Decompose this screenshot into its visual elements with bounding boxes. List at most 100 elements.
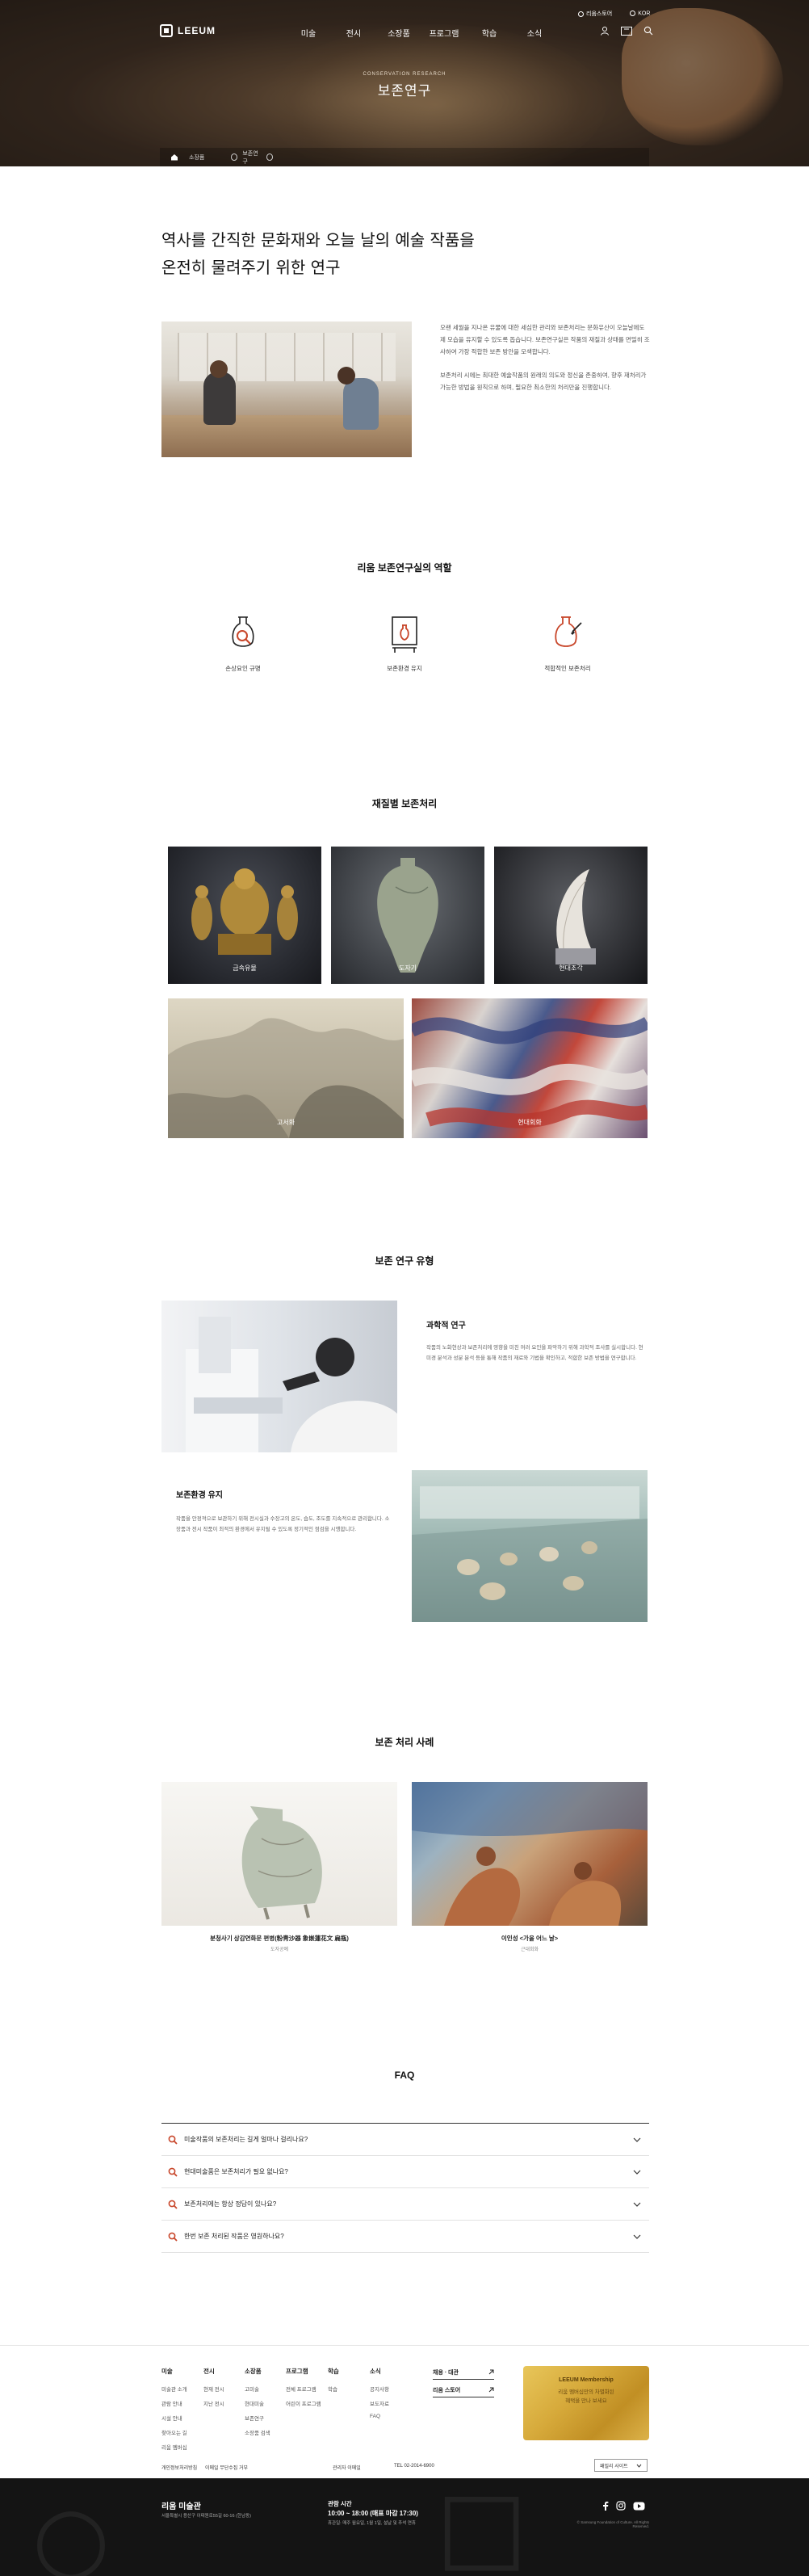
material-card-modern-painting[interactable]: 현대회화	[412, 998, 648, 1138]
ticket-icon[interactable]	[621, 26, 632, 36]
faq-question: 현대미술품은 보존처리가 필요 없나요?	[184, 2168, 288, 2175]
copyright: © Samsung Foundation of Culture. All Rig…	[576, 2520, 649, 2528]
chevron-down-icon	[231, 153, 238, 161]
language-label: KOR	[638, 11, 651, 17]
display-case-icon	[392, 616, 417, 653]
youtube-icon[interactable]	[633, 2502, 645, 2511]
footer-column-heading[interactable]: 전시	[203, 2367, 224, 2376]
family-site-select[interactable]: 패밀리 사이트	[594, 2459, 648, 2472]
footer-link[interactable]: 보도자료	[370, 2399, 389, 2407]
footer-column-heading[interactable]: 미술	[161, 2367, 187, 2376]
role-label: 보존환경 유지	[387, 665, 422, 672]
footer-link[interactable]: 리움 멤버십	[161, 2443, 187, 2451]
material-card-old-painting[interactable]: 고서화	[168, 998, 404, 1138]
vase-brush-icon	[555, 616, 582, 647]
footer-link[interactable]: 보존연구	[245, 2414, 270, 2422]
breadcrumb-collection[interactable]: 소장품	[189, 153, 231, 162]
phone-number: TEL 02-2014-6900	[394, 2464, 434, 2469]
email-refusal-link[interactable]: 이메일 무단수집 거부	[205, 2464, 248, 2471]
membership-card[interactable]: LEEUM Membership 리움 멤버십만의 차별화된 혜택을 만나 보세…	[523, 2366, 649, 2440]
search-icon[interactable]	[643, 26, 653, 36]
footer-link[interactable]: 공지사항	[370, 2385, 389, 2393]
footer-link[interactable]: 전체 프로그램	[286, 2385, 321, 2393]
membership-line2: 혜택을 만나 보세요	[565, 2398, 607, 2404]
footer-link[interactable]: 찾아오는 길	[161, 2428, 187, 2436]
chevron-down-icon	[633, 2170, 641, 2175]
logo-text: LEEUM	[178, 25, 216, 36]
footer-link[interactable]: 학습	[328, 2385, 339, 2393]
case-title[interactable]: 분청사기 상감연화문 편병(粉靑沙器 象嵌蓮花文 扁甁)	[161, 1934, 397, 1943]
footer-link[interactable]: 현재 전시	[203, 2385, 224, 2393]
footer-divider	[0, 2345, 809, 2346]
globe-icon	[630, 11, 636, 17]
instagram-icon[interactable]	[616, 2501, 626, 2511]
faq-item[interactable]: 현대미술품은 보존처리가 필요 없나요?	[161, 2156, 649, 2188]
nav-learning[interactable]: 학습	[467, 27, 512, 39]
museum-name: 리움 미술관	[161, 2502, 201, 2511]
nav-program[interactable]: 프로그램	[421, 27, 467, 39]
logo[interactable]: LEEUM	[160, 24, 216, 37]
footer-link[interactable]: 어린이 프로그램	[286, 2399, 321, 2407]
footer-link[interactable]: 미술관 소개	[161, 2385, 187, 2393]
microscope-photo	[161, 1301, 397, 1452]
material-card-metal[interactable]: 금속유물	[168, 847, 321, 984]
opening-hours: 10:00 ~ 18:00 (매표 마감 17:30)	[328, 2510, 418, 2517]
intro-title: 역사를 간직한 문화재와 오늘 날의 예술 작품을 온전히 물려주기 위한 연구	[161, 226, 646, 281]
footer-link[interactable]: 현대미술	[245, 2399, 270, 2407]
footer-link[interactable]: 지난 전시	[203, 2399, 224, 2407]
footer-column-heading[interactable]: 프로그램	[286, 2367, 321, 2376]
store-button[interactable]: 리움 스토어	[433, 2383, 494, 2397]
chevron-down-icon	[636, 2464, 642, 2468]
footer-link[interactable]: 관람 안내	[161, 2399, 187, 2407]
intro-title-line2: 온전히 물려주기 위한 연구	[161, 258, 341, 277]
footer-column-heading[interactable]: 학습	[328, 2367, 339, 2376]
footer-column-art: 미술 미술관 소개 관람 안내 시설 안내 찾아오는 길 리움 멤버십	[161, 2367, 187, 2457]
page-title: 보존연구	[377, 83, 432, 99]
arrow-up-right-icon	[488, 2369, 494, 2375]
footer-column-heading[interactable]: 소식	[370, 2367, 389, 2376]
page: LEEUM 미술 전시 소장품 프로그램 학습 소식 리움스토어 KOR CON…	[0, 0, 809, 2576]
faq-item[interactable]: 한번 보존 처리된 작품은 영원하나요?	[161, 2221, 649, 2253]
arrow-up-right-icon	[488, 2387, 494, 2393]
faq-item[interactable]: 미술작품의 보존처리는 길게 얼마나 걸리나요?	[161, 2124, 649, 2156]
recruit-rental-button[interactable]: 채용 · 대관	[433, 2365, 494, 2380]
language-select[interactable]: KOR	[630, 11, 651, 17]
privacy-policy-link[interactable]: 개인정보처리방침	[161, 2464, 197, 2471]
footer-bottom: ○ □ 리움 미술관 서울특별시 용산구 이태원로55길 60-16 (한남동)…	[0, 2478, 809, 2576]
footer-link[interactable]: 고미술	[245, 2385, 270, 2393]
material-card-ceramic[interactable]: 도자기	[331, 847, 484, 984]
footer-column-learning: 학습 학습	[328, 2367, 339, 2399]
utility-links: 리움스토어 KOR	[578, 10, 650, 18]
case-card-ceramic[interactable]	[161, 1782, 397, 1926]
admin-email-link[interactable]: 관리자 이메일	[333, 2464, 361, 2471]
faq-item[interactable]: 보존처리에는 항상 정답이 있나요?	[161, 2188, 649, 2221]
facebook-icon[interactable]	[602, 2501, 609, 2511]
case-title[interactable]: 이인성 <가을 어느 날>	[412, 1934, 648, 1943]
social-links	[602, 2501, 645, 2511]
breadcrumb-conservation[interactable]: 보존연구	[231, 149, 274, 166]
ceramic-bottle-image	[241, 1806, 322, 1920]
material-card-modern-sculpture[interactable]: 현대조각	[494, 847, 648, 984]
role-label: 손상요인 규명	[225, 665, 261, 672]
conservation-lab-photo	[161, 321, 412, 457]
intro-description: 오랜 세월을 지나온 유물에 대한 세심한 관리와 보존처리는 문화유산이 오늘…	[440, 321, 650, 393]
nav-art[interactable]: 미술	[286, 27, 331, 39]
modern-painting-image	[412, 1782, 648, 1926]
nav-exhibition[interactable]: 전시	[331, 27, 376, 39]
breadcrumb-conservation-label: 보존연구	[242, 150, 258, 165]
nav-news[interactable]: 소식	[512, 27, 557, 39]
material-label: 현대조각	[559, 964, 583, 972]
footer-link[interactable]: 시설 안내	[161, 2414, 187, 2422]
research-title: 보존 연구 유형	[375, 1255, 434, 1267]
footer-link[interactable]: 소장품 검색	[245, 2428, 270, 2436]
faq-question: 한번 보존 처리된 작품은 영원하나요?	[184, 2233, 284, 2240]
store-label: 리움 스토어	[433, 2387, 461, 2393]
breadcrumb-collection-label: 소장품	[189, 154, 205, 161]
footer-column-heading[interactable]: 소장품	[245, 2367, 270, 2376]
user-icon[interactable]	[600, 26, 610, 36]
nav-collection[interactable]: 소장품	[376, 27, 421, 39]
store-link[interactable]: 리움스토어	[578, 10, 612, 18]
footer-link[interactable]: FAQ	[370, 2414, 389, 2419]
case-card-painting[interactable]	[412, 1782, 648, 1926]
breadcrumb-home[interactable]	[160, 153, 189, 161]
